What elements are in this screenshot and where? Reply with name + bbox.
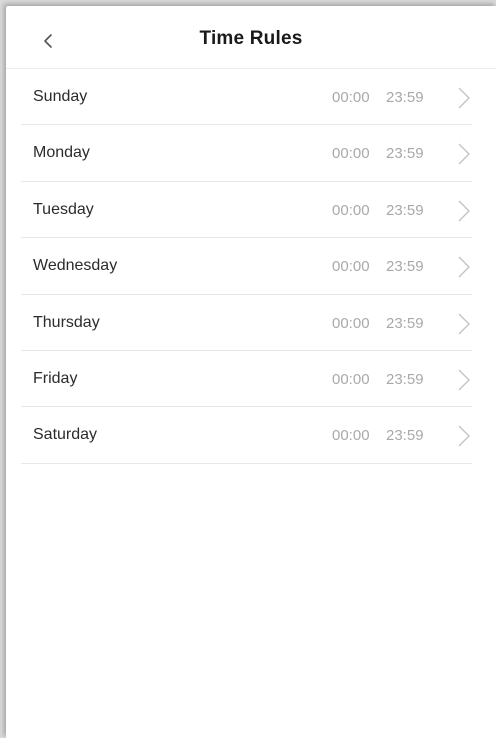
end-time: 23:59 — [386, 314, 424, 332]
rule-row-friday[interactable]: Friday 00:00 23:59 — [21, 351, 474, 408]
chevron-right-icon — [454, 199, 474, 223]
start-time: 00:00 — [332, 314, 370, 332]
end-time: 23:59 — [386, 427, 424, 445]
end-time: 23:59 — [386, 89, 424, 106]
end-time: 23:59 — [386, 201, 424, 219]
start-time: 00:00 — [332, 427, 370, 445]
start-time: 00:00 — [332, 145, 370, 163]
day-label: Wednesday — [33, 257, 118, 275]
time-rules-list: Sunday 00:00 23:59 Monday 00:00 23:59 Tu… — [21, 69, 472, 464]
page-title: Time Rules — [199, 28, 303, 49]
day-label: Monday — [33, 144, 90, 162]
header-bar: Time Rules — [6, 6, 496, 69]
chevron-right-icon — [454, 142, 474, 166]
end-time: 23:59 — [386, 145, 424, 163]
chevron-right-icon — [454, 368, 474, 392]
rule-row-saturday[interactable]: Saturday 00:00 23:59 — [21, 407, 474, 464]
start-time: 00:00 — [332, 89, 370, 106]
chevron-right-icon — [454, 424, 474, 448]
day-label: Saturday — [33, 426, 98, 444]
time-rules-screen: Time Rules Sunday 00:00 23:59 Monday 00:… — [6, 6, 496, 738]
start-time: 00:00 — [332, 201, 370, 219]
chevron-right-icon — [454, 312, 474, 336]
day-label: Sunday — [33, 88, 88, 105]
chevron-right-icon — [454, 255, 474, 279]
chevron-right-icon — [454, 86, 474, 110]
end-time: 23:59 — [386, 258, 424, 276]
start-time: 00:00 — [332, 258, 370, 276]
rule-row-sunday[interactable]: Sunday 00:00 23:59 — [21, 69, 474, 126]
day-label: Tuesday — [33, 200, 94, 218]
day-label: Thursday — [33, 313, 100, 331]
end-time: 23:59 — [386, 370, 424, 388]
rule-row-thursday[interactable]: Thursday 00:00 23:59 — [21, 295, 472, 351]
rule-row-wednesday[interactable]: Wednesday 00:00 23:59 — [21, 238, 474, 295]
rule-row-monday[interactable]: Monday 00:00 23:59 — [21, 125, 474, 182]
rule-row-tuesday[interactable]: Tuesday 00:00 23:59 — [21, 182, 474, 239]
start-time: 00:00 — [332, 370, 370, 388]
day-label: Friday — [33, 369, 78, 387]
